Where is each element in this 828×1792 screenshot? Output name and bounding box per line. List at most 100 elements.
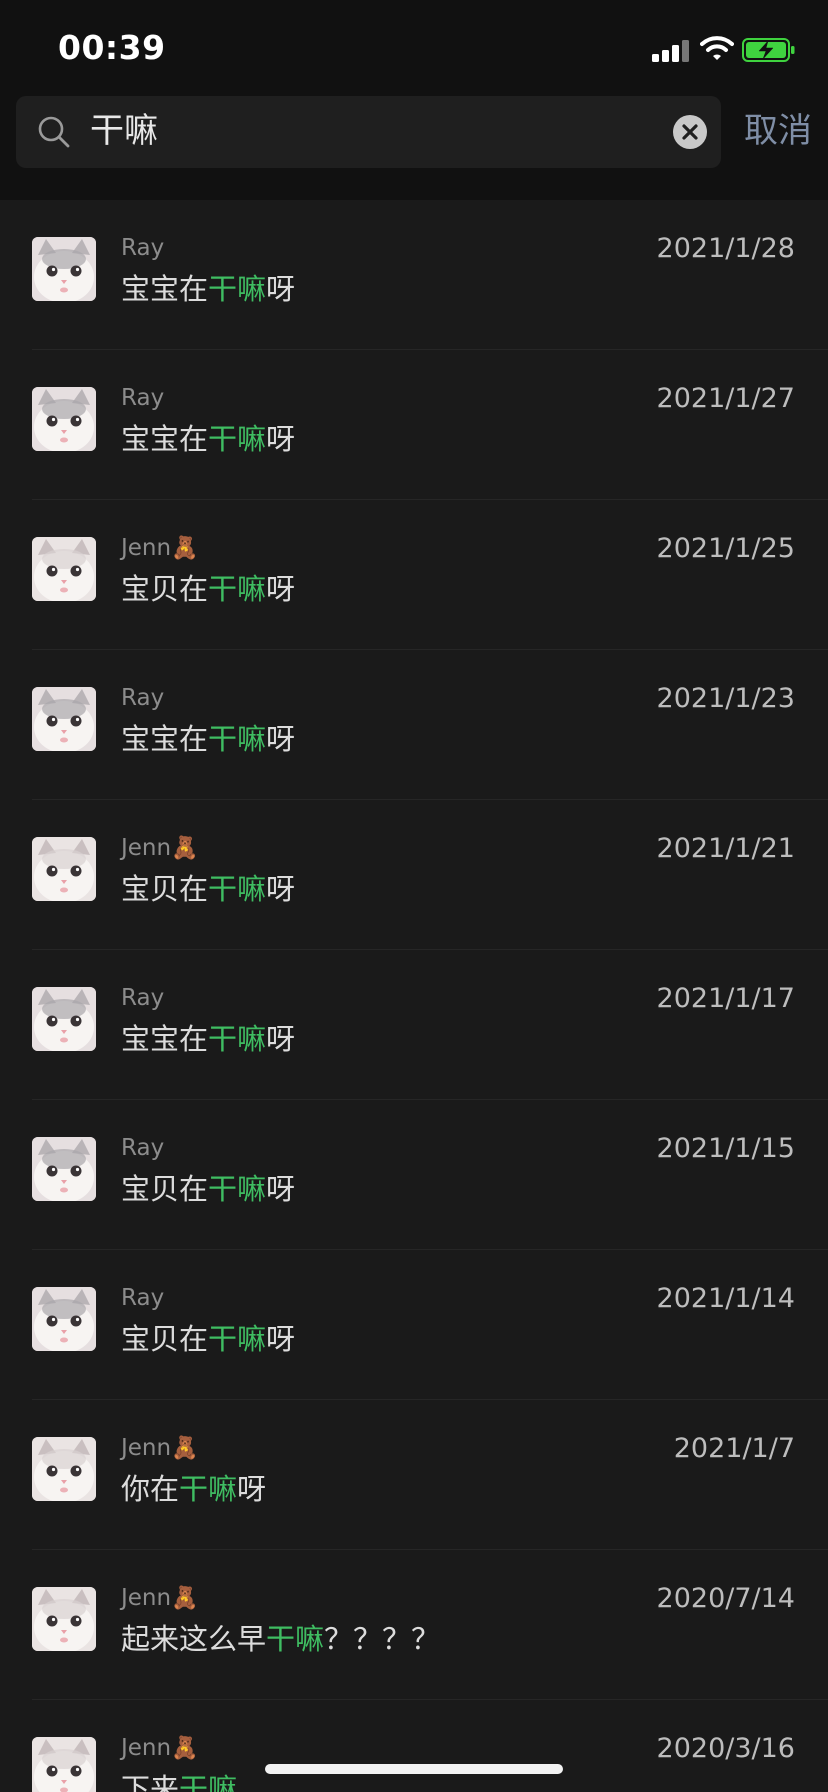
teddy-bear-emoji: 🧸 <box>171 1736 199 1761</box>
result-item[interactable]: Ray 宝贝在干嘛呀 2021/1/14 <box>0 1250 828 1400</box>
message-date: 2021/1/21 <box>656 833 795 864</box>
message-text: 宝宝在 <box>121 1022 209 1056</box>
message-date: 2021/1/7 <box>673 1433 795 1464</box>
battery-charging-icon <box>742 38 795 62</box>
avatar <box>32 1737 96 1792</box>
sender-name-text: Ray <box>121 385 165 411</box>
message-snippet: 你在干嘛呀 <box>121 1470 266 1508</box>
result-item[interactable]: Ray 宝宝在干嘛呀 2021/1/23 <box>0 650 828 800</box>
result-item[interactable]: Jenn🧸 起来这么早干嘛？？？？ 2020/7/14 <box>0 1550 828 1700</box>
keyword-highlight: 干嘛 <box>179 1772 238 1792</box>
message-text: 宝宝在 <box>121 722 209 756</box>
cancel-button[interactable]: 取消 <box>744 108 812 154</box>
message-text: 呀 <box>237 1472 267 1506</box>
home-indicator[interactable] <box>265 1764 563 1774</box>
message-text: 下来 <box>121 1772 180 1792</box>
cat-avatar <box>32 1437 96 1501</box>
sender-name-text: Ray <box>121 985 165 1011</box>
message-text: 宝宝在 <box>121 422 209 456</box>
message-text: 起来这么早 <box>121 1622 267 1656</box>
sender-name-text: Ray <box>121 685 165 711</box>
keyword-highlight: 干嘛 <box>208 872 267 906</box>
teddy-bear-emoji: 🧸 <box>171 1586 199 1611</box>
keyword-highlight: 干嘛 <box>208 422 267 456</box>
keyword-highlight: 干嘛 <box>208 1022 267 1056</box>
search-input[interactable]: 干嘛 <box>90 109 158 153</box>
sender-name: Jenn🧸 <box>121 534 199 563</box>
message-text: 宝贝在 <box>121 1172 209 1206</box>
cat-avatar <box>32 1587 96 1651</box>
status-time: 00:39 <box>58 28 166 67</box>
message-date: 2021/1/23 <box>656 683 795 714</box>
clear-button[interactable] <box>673 115 707 149</box>
avatar <box>32 987 96 1051</box>
result-item[interactable]: Ray 宝贝在干嘛呀 2021/1/15 <box>0 1100 828 1250</box>
message-date: 2021/1/17 <box>656 983 795 1014</box>
search-box[interactable]: 干嘛 <box>16 96 721 168</box>
avatar <box>32 837 96 901</box>
message-date: 2020/3/16 <box>656 1733 795 1764</box>
cat-avatar <box>32 1287 96 1351</box>
result-item[interactable]: Jenn🧸 宝贝在干嘛呀 2021/1/21 <box>0 800 828 950</box>
message-text: 宝宝在 <box>121 272 209 306</box>
message-text: 呀 <box>266 872 296 906</box>
search-header: 干嘛 取消 <box>0 96 828 200</box>
message-text: 呀 <box>266 1172 296 1206</box>
teddy-bear-emoji: 🧸 <box>171 836 199 861</box>
clear-icon <box>682 124 698 140</box>
cat-avatar <box>32 987 96 1051</box>
search-results-list: Ray 宝宝在干嘛呀 2021/1/28 Ray 宝宝在干嘛呀 2021/1/27 Je… <box>0 200 828 1792</box>
message-date: 2021/1/15 <box>656 1133 795 1164</box>
sender-name-text: Jenn <box>121 1585 172 1611</box>
search-icon <box>38 116 70 148</box>
sender-name-text: Jenn <box>121 535 172 561</box>
sender-name: Jenn🧸 <box>121 1584 199 1613</box>
keyword-highlight: 干嘛 <box>208 272 267 306</box>
result-item[interactable]: Ray 宝宝在干嘛呀 2021/1/17 <box>0 950 828 1100</box>
message-text: 呀 <box>266 272 296 306</box>
sender-name: Jenn🧸 <box>121 1734 199 1763</box>
cat-avatar <box>32 1737 96 1792</box>
avatar <box>32 1437 96 1501</box>
status-bar: 00:39 <box>0 0 828 96</box>
result-item[interactable]: Jenn🧸 宝贝在干嘛呀 2021/1/25 <box>0 500 828 650</box>
sender-name-text: Jenn <box>121 1735 172 1761</box>
message-text: 呀 <box>266 1022 296 1056</box>
sender-name-text: Jenn <box>121 1435 172 1461</box>
message-snippet: 宝贝在干嘛呀 <box>121 1170 295 1208</box>
teddy-bear-emoji: 🧸 <box>171 1436 199 1461</box>
message-text: 宝贝在 <box>121 872 209 906</box>
message-text: 呀 <box>266 422 296 456</box>
result-item[interactable]: Jenn🧸 你在干嘛呀 2021/1/7 <box>0 1400 828 1550</box>
sender-name: Ray <box>121 384 164 412</box>
avatar <box>32 1137 96 1201</box>
sender-name: Ray <box>121 1284 164 1312</box>
avatar <box>32 687 96 751</box>
keyword-highlight: 干嘛 <box>266 1622 325 1656</box>
cat-avatar <box>32 387 96 451</box>
result-item[interactable]: Ray 宝宝在干嘛呀 2021/1/28 <box>0 200 828 350</box>
sender-name-text: Ray <box>121 235 165 261</box>
sender-name: Ray <box>121 684 164 712</box>
sender-name: Ray <box>121 234 164 262</box>
message-text: 宝贝在 <box>121 1322 209 1356</box>
avatar <box>32 387 96 451</box>
result-item[interactable]: Jenn🧸 下来干嘛 2020/3/16 <box>0 1700 828 1792</box>
cat-avatar <box>32 1137 96 1201</box>
signal-icon <box>652 38 692 62</box>
message-snippet: 宝贝在干嘛呀 <box>121 870 295 908</box>
sender-name-text: Ray <box>121 1285 165 1311</box>
message-snippet: 宝贝在干嘛呀 <box>121 1320 295 1358</box>
avatar <box>32 237 96 301</box>
message-text: 呀 <box>266 572 296 606</box>
message-date: 2021/1/27 <box>656 383 795 414</box>
keyword-highlight: 干嘛 <box>179 1472 238 1506</box>
message-snippet: 宝宝在干嘛呀 <box>121 720 295 758</box>
sender-name-text: Ray <box>121 1135 165 1161</box>
message-snippet: 宝宝在干嘛呀 <box>121 420 295 458</box>
message-text: 呀 <box>266 722 296 756</box>
message-snippet: 宝贝在干嘛呀 <box>121 570 295 608</box>
message-text: 宝贝在 <box>121 572 209 606</box>
message-date: 2020/7/14 <box>656 1583 795 1614</box>
result-item[interactable]: Ray 宝宝在干嘛呀 2021/1/27 <box>0 350 828 500</box>
